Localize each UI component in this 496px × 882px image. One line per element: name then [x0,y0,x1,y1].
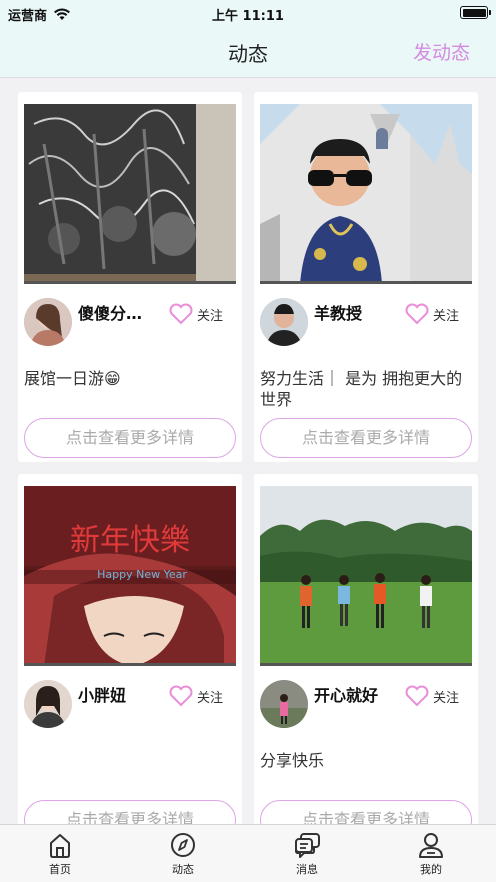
post-image[interactable]: 新年快樂 Happy New Year [24,486,236,666]
post-image[interactable] [260,486,472,666]
post-image[interactable] [24,104,236,284]
post-card[interactable]: 开心就好 关注 分享快乐 点击查看更多详情 [254,474,478,824]
heart-icon [405,303,429,325]
follow-button[interactable]: 关注 [404,684,459,708]
status-bar: 运营商 上午 11:11 [0,0,496,26]
tab-moments[interactable]: 动态 [143,831,223,877]
heart-icon [405,685,429,707]
tab-label: 我的 [420,863,442,876]
compass-icon [171,833,195,857]
post-caption: 分享快乐 [260,751,325,770]
post-card[interactable]: 傻傻分… 关注 展馆一日游😁 点击查看更多详情 [18,92,242,462]
clock: 上午 11:11 [212,9,284,24]
tab-messages[interactable]: 消息 [267,831,347,877]
post-caption: 展馆一日游😁 [24,369,121,388]
tab-label: 首页 [49,863,71,876]
post-image[interactable] [260,104,472,284]
view-details-button[interactable]: 点击查看更多详情 [24,418,236,458]
follow-button[interactable]: 关注 [168,302,223,326]
follow-label: 关注 [433,690,460,706]
heart-icon [169,303,193,325]
view-details-button[interactable]: 点击查看更多详情 [260,800,472,824]
username[interactable]: 羊教授 [314,300,398,324]
follow-label: 关注 [433,308,460,324]
tab-profile[interactable]: 我的 [391,831,471,877]
view-details-button[interactable]: 点击查看更多详情 [260,418,472,458]
tab-label: 消息 [296,863,318,876]
avatar[interactable] [24,680,72,728]
post-moment-button[interactable]: 发动态 [413,38,470,65]
avatar[interactable] [24,298,72,346]
username[interactable]: 小胖妞 [78,682,162,706]
tab-home[interactable]: 首页 [20,831,100,877]
profile-icon [419,833,443,858]
image-greeting-sub: Happy New Year [97,568,187,581]
username[interactable]: 傻傻分… [78,300,162,324]
battery-icon [460,6,491,19]
tab-bar: 首页 动态 消息 我的 [0,824,496,882]
view-details-button[interactable]: 点击查看更多详情 [24,800,236,824]
follow-label: 关注 [197,308,224,324]
heart-icon [169,685,193,707]
tab-label: 动态 [172,863,194,876]
follow-label: 关注 [197,690,224,706]
follow-button[interactable]: 关注 [404,302,459,326]
home-icon [50,834,70,858]
post-card[interactable]: 新年快樂 Happy New Year 小胖妞 关注 点击查看更多详情 [18,474,242,824]
follow-button[interactable]: 关注 [168,684,223,708]
avatar[interactable] [260,680,308,728]
avatar[interactable] [260,298,308,346]
image-greeting: 新年快樂 [70,523,190,558]
feed-grid[interactable]: 傻傻分… 关注 展馆一日游😁 点击查看更多详情 羊教授 关注 努力生活｜ 是为 … [0,78,496,824]
chat-icon [295,833,320,858]
nav-bar: 动态 发动态 [0,26,496,78]
username[interactable]: 开心就好 [314,682,398,706]
post-card[interactable]: 羊教授 关注 努力生活｜ 是为 拥抱更大的世界 点击查看更多详情 [254,92,478,462]
post-caption: 努力生活｜ 是为 拥抱更大的世界 [260,369,463,409]
